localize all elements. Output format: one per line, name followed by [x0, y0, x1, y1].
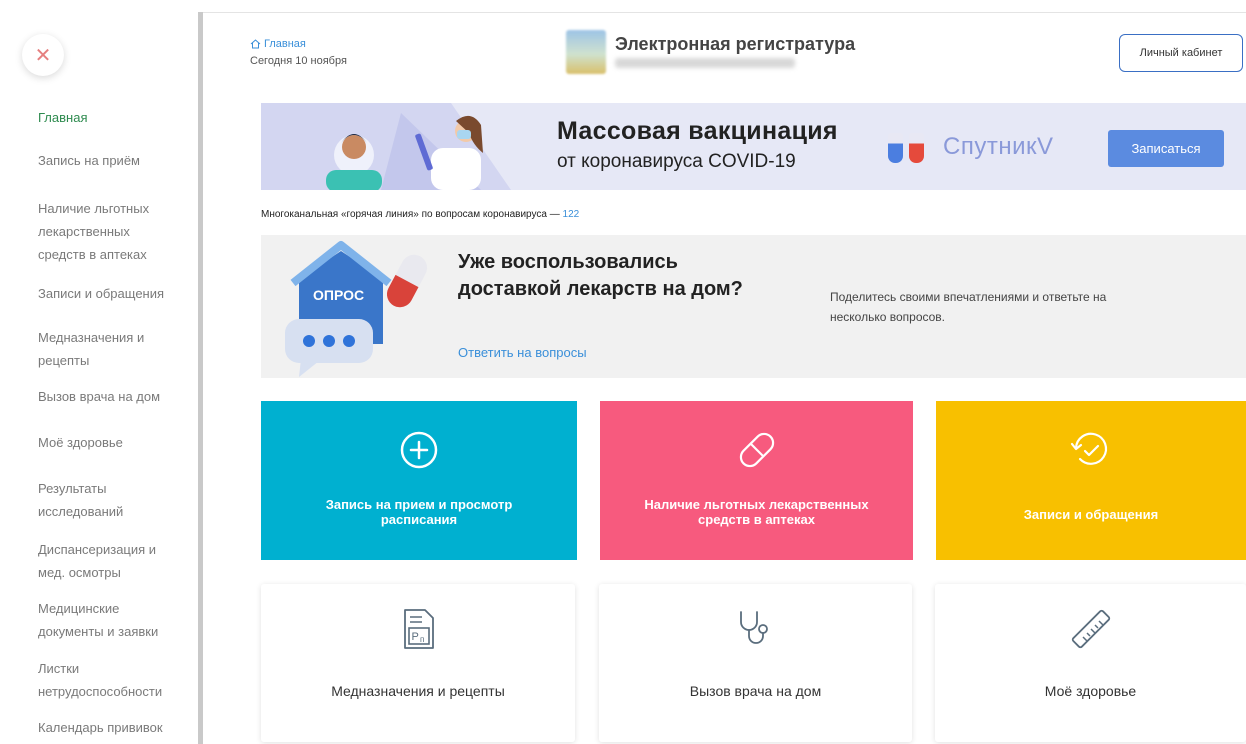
app-root: ✕ Главная Запись на приём Наличие льготн… [0, 0, 1246, 744]
survey-title: Уже воспользовались доставкой лекарств н… [458, 251, 743, 300]
vaccination-subtitle: от коронавируса COVID-19 [557, 151, 796, 172]
sidebar-item-records[interactable]: Записи и обращения [38, 282, 188, 305]
tile-label: Вызов врача на дом [689, 683, 822, 699]
tile-home-visit[interactable]: Вызов врача на дом [599, 584, 912, 742]
sidebar-item-appointment[interactable]: Запись на приём [38, 149, 178, 172]
svg-text:п: п [420, 635, 424, 644]
ruler-icon [1071, 609, 1110, 649]
sidebar: ✕ Главная Запись на приём Наличие льготн… [0, 0, 198, 744]
tile-label: Наличие льготных лекарственных средств в… [644, 497, 869, 527]
tile-appointment[interactable]: Запись на прием и просмотр расписания [261, 401, 577, 560]
survey-banner: ОПРОС Уже воспользовались доставкой лека… [261, 235, 1246, 378]
tile-label: Запись на прием и просмотр расписания [325, 497, 513, 527]
sidebar-item-medicines[interactable]: Наличие льготных лекарственных средств в… [38, 197, 166, 266]
vaccination-title: Массовая вакцинация [557, 117, 838, 145]
sidebar-divider [198, 12, 203, 744]
region-logo [566, 30, 606, 74]
sidebar-item-my-health[interactable]: Моё здоровье [38, 431, 178, 454]
survey-note: Поделитесь своими впечатлениями и ответь… [830, 290, 1107, 324]
vaccination-banner: Массовая вакцинация от коронавируса COVI… [261, 103, 1246, 190]
blurred-subtitle [615, 58, 795, 68]
tile-label: Медназначения и рецепты [331, 683, 505, 699]
survey-illustration: ОПРОС [285, 241, 428, 377]
home-icon [250, 39, 261, 49]
sidebar-item-home-visit[interactable]: Вызов врача на дом [38, 385, 188, 408]
tile-label: Записи и обращения [1023, 507, 1159, 522]
vaccine-vials-icon [888, 133, 924, 163]
breadcrumb[interactable]: Главная [250, 38, 306, 50]
pill-icon [739, 432, 774, 468]
sidebar-item-prescriptions[interactable]: Медназначения и рецепты [38, 326, 168, 372]
answer-questions-link[interactable]: Ответить на вопросы [458, 345, 587, 360]
sidebar-item-vaccinations[interactable]: Календарь прививок [38, 716, 188, 739]
blue-vial-icon [888, 133, 903, 163]
close-sidebar-button[interactable]: ✕ [22, 34, 64, 76]
hotline-text: Многоканальная «горячая линия» по вопрос… [261, 209, 560, 220]
sidebar-item-checkups[interactable]: Диспансеризация и мед. осмотры [38, 538, 158, 584]
red-vial-icon [909, 133, 924, 163]
sidebar-item-results[interactable]: Результаты исследований [38, 477, 148, 523]
vaccination-illustration [261, 103, 511, 190]
tile-medicines[interactable]: Наличие льготных лекарственных средств в… [600, 401, 913, 560]
enroll-button[interactable]: Записаться [1108, 130, 1224, 167]
svg-text:P: P [412, 631, 419, 643]
close-icon: ✕ [34, 44, 52, 67]
tile-prescriptions[interactable]: P п Медназначения и рецепты [261, 584, 575, 742]
page-title: Электронная регистратура [615, 34, 856, 54]
hotline-notice: Многоканальная «горячая линия» по вопрос… [261, 209, 579, 220]
tile-label: Моё здоровье [1044, 683, 1137, 699]
stethoscope-icon [739, 611, 768, 644]
tile-records[interactable]: Записи и обращения [936, 401, 1246, 560]
survey-badge: ОПРОС [313, 287, 364, 303]
sputnik-logo: СпутникV [943, 133, 1054, 160]
prescription-icon: P п [404, 609, 434, 649]
personal-cabinet-button[interactable]: Личный кабинет [1119, 34, 1243, 72]
sidebar-item-sick-leave[interactable]: Листки нетрудоспособности [38, 657, 178, 703]
hotline-number[interactable]: 122 [563, 209, 580, 220]
today-date: Сегодня 10 ноября [250, 55, 347, 67]
tile-my-health[interactable]: Моё здоровье [935, 584, 1246, 742]
plus-circle-icon [400, 431, 438, 469]
breadcrumb-home: Главная [264, 38, 306, 50]
history-icon [1070, 432, 1108, 465]
header-divider [203, 12, 1246, 13]
sidebar-item-home[interactable]: Главная [38, 106, 178, 129]
sidebar-item-documents[interactable]: Медицинские документы и заявки [38, 597, 173, 643]
